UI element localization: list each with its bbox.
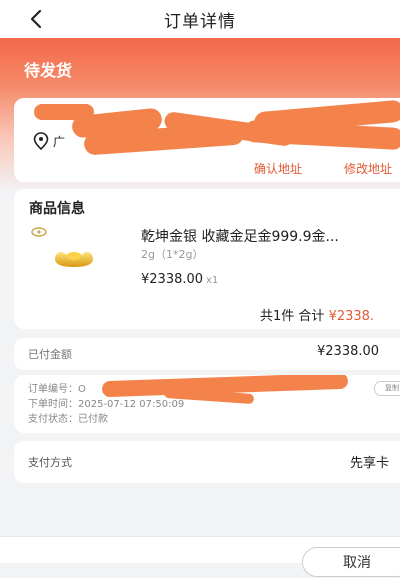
order-info-card: 订单编号：O 下单时间：2025-07-12 07:50:09 支付状态：已付款…: [14, 375, 400, 433]
order-status-text: 待发货: [24, 61, 73, 80]
copy-order-number-button[interactable]: 复制: [374, 381, 400, 396]
bottom-action-bar: 取消: [0, 536, 400, 577]
order-time-value: 2025-07-12 07:50:09: [78, 399, 185, 410]
order-number-value: O: [78, 384, 86, 395]
address-card: 广 确认地址 修改地址: [14, 98, 400, 182]
total-label: 合计: [298, 309, 325, 324]
product-card: 商品信息 乾坤金银 收藏金足金999.9金... 2g（1*2g） ¥2338.…: [14, 189, 400, 329]
order-time-row: 下单时间：2025-07-12 07:50:09: [28, 395, 184, 410]
order-number-label: 订单编号：: [28, 384, 78, 395]
order-number-row: 订单编号：O: [28, 380, 86, 395]
product-spec: 2g（1*2g）: [141, 248, 204, 261]
shop-logo-icon: [31, 227, 47, 237]
modify-address-button[interactable]: 修改地址: [344, 160, 392, 177]
item-count: 共1件: [260, 309, 295, 324]
product-quantity: x1: [206, 275, 219, 286]
payment-method-value: 先享卡: [350, 456, 390, 471]
paid-label: 已付金额: [28, 348, 72, 361]
payment-method-label: 支付方式: [28, 456, 72, 469]
confirm-address-button[interactable]: 确认地址: [254, 160, 302, 177]
payment-method-card: 支付方式 先享卡: [14, 441, 400, 483]
location-pin-icon: [33, 132, 49, 150]
page-title: 订单详情: [164, 11, 236, 32]
top-nav-bar: 订单详情: [0, 0, 400, 38]
paid-amount-card: 已付金额 ¥2338.00: [14, 338, 400, 370]
product-image[interactable]: [52, 245, 96, 269]
payment-status-label: 支付状态：: [28, 414, 78, 425]
paid-amount: ¥2338.00: [317, 344, 380, 359]
total-amount: ¥2338.: [328, 309, 375, 324]
payment-status-row: 支付状态：已付款: [28, 410, 108, 425]
product-summary: 共1件 合计 ¥2338.: [260, 305, 374, 324]
cancel-order-button[interactable]: 取消: [302, 547, 400, 577]
product-price: ¥2338.00: [141, 272, 204, 287]
product-section-title: 商品信息: [29, 201, 85, 217]
redaction-mark: [243, 119, 400, 151]
payment-status-value: 已付款: [78, 414, 108, 425]
back-arrow-icon[interactable]: [26, 8, 48, 30]
address-detail: 广: [53, 135, 66, 149]
product-name[interactable]: 乾坤金银 收藏金足金999.9金...: [141, 226, 339, 246]
product-price-row: ¥2338.00 x1: [141, 272, 218, 287]
order-time-label: 下单时间：: [28, 399, 78, 410]
